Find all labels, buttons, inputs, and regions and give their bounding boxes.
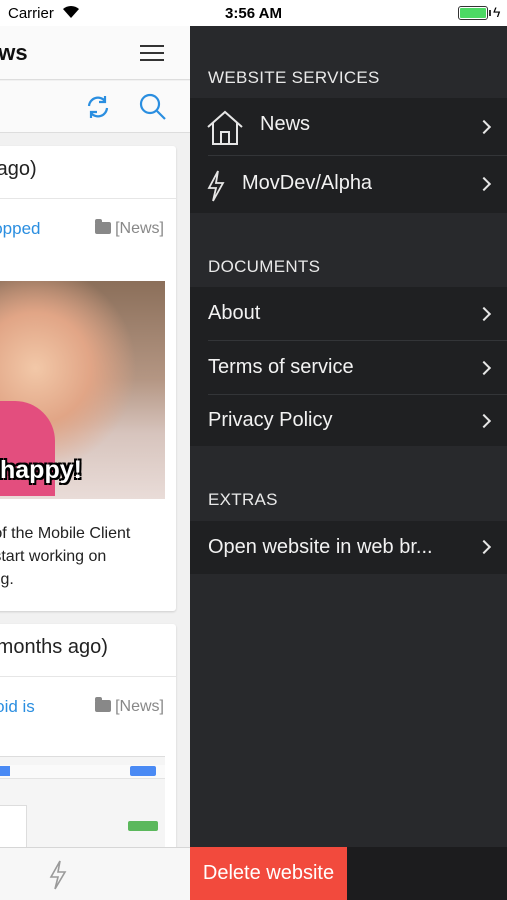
screenshot-signin: [130, 766, 156, 776]
category-label: [News]: [115, 220, 164, 237]
post-category: [News]: [95, 697, 164, 716]
image-caption: happy!: [0, 456, 82, 484]
chevron-right-icon: [476, 119, 492, 135]
category-label: [News]: [115, 698, 164, 715]
post-heading: 5 months ago): [0, 636, 108, 658]
drawer-item-about[interactable]: About: [190, 287, 507, 341]
chevron-right-icon: [476, 306, 492, 322]
folder-icon: [95, 219, 112, 234]
drawer-item-open-website[interactable]: Open website in web br...: [190, 521, 507, 574]
chevron-right-icon: [476, 413, 492, 429]
post-excerpt: e of the Mobile Client o start working o…: [0, 522, 176, 591]
news-card[interactable]: 5 months ago) droid is [News]: [0, 624, 176, 874]
drawer-item-label: Open website in web br...: [208, 536, 433, 558]
refresh-icon[interactable]: [84, 93, 112, 126]
drawer-item-label: MovDev/Alpha: [242, 172, 373, 194]
news-app-panel: ews h ago) stopped [News] happy! e of th…: [0, 26, 190, 900]
excerpt-line: e of the Mobile Client: [0, 525, 131, 542]
delete-website-button[interactable]: Delete website: [190, 847, 347, 900]
divider: [0, 676, 176, 677]
drawer-item-label: Terms of service: [208, 356, 354, 378]
drawer-item-privacy[interactable]: Privacy Policy: [190, 395, 507, 446]
battery-tip: [489, 10, 491, 16]
status-bar: Carrier 3:56 AM ϟ: [0, 0, 507, 26]
side-drawer: WEBSITE SERVICES News MovDev/Alpha DOCUM…: [190, 26, 507, 900]
nav-bar: ews: [0, 26, 190, 80]
divider: [0, 198, 176, 199]
chevron-right-icon: [476, 539, 492, 555]
bolt-icon[interactable]: [48, 860, 68, 895]
hamburger-menu-icon[interactable]: [140, 45, 164, 61]
chevron-right-icon: [476, 360, 492, 376]
drawer-item-terms[interactable]: Terms of service: [190, 341, 507, 395]
clock: 3:56 AM: [225, 5, 282, 22]
home-icon: [206, 110, 244, 151]
post-link[interactable]: droid is: [0, 697, 35, 717]
folder-icon: [95, 697, 112, 712]
screenshot-blue-block: [0, 766, 10, 776]
section-title: DOCUMENTS: [208, 257, 321, 276]
chevron-right-icon: [476, 176, 492, 192]
post-image[interactable]: happy!: [0, 281, 165, 499]
section-title: WEBSITE SERVICES: [208, 68, 380, 87]
battery-icon: [458, 6, 488, 20]
search-icon[interactable]: [138, 92, 168, 127]
screenshot-green-button: [128, 821, 158, 831]
toolbar: [0, 81, 190, 133]
tab-bar: [0, 847, 190, 900]
drawer-item-news[interactable]: News: [190, 98, 507, 156]
excerpt-line: o start working on: [0, 548, 107, 565]
news-card[interactable]: h ago) stopped [News] happy! e of the Mo…: [0, 146, 176, 611]
page-title: ews: [0, 40, 28, 65]
drawer-item-label: About: [208, 302, 261, 324]
excerpt-line: king.: [0, 571, 14, 588]
section-title: EXTRAS: [208, 490, 278, 509]
post-heading: h ago): [0, 158, 37, 180]
post-link[interactable]: stopped: [0, 219, 41, 239]
drawer-item-label: News: [260, 113, 311, 135]
drawer-item-movdev[interactable]: MovDev/Alpha: [190, 156, 507, 213]
bolt-icon: [206, 170, 226, 207]
drawer-item-label: Privacy Policy: [208, 409, 333, 431]
post-category: [News]: [95, 219, 164, 238]
charging-icon: ϟ: [493, 4, 501, 20]
